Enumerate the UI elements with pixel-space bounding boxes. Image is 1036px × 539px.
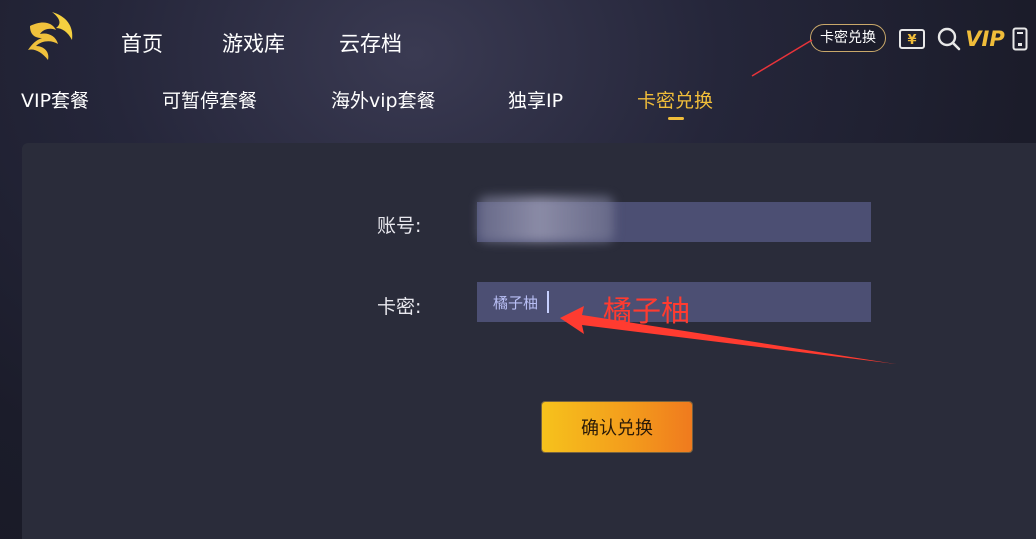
- confirm-redeem-button[interactable]: 确认兑换: [542, 402, 692, 452]
- top-bar: 首页 游戏库 云存档 卡密兑换 ¥ VIP: [0, 0, 1036, 80]
- redacted-account-blur: [478, 196, 614, 242]
- card-key-value: 橘子柚: [493, 294, 539, 312]
- nav-item-cloud-save[interactable]: 云存档: [339, 28, 402, 58]
- nav-item-home[interactable]: 首页: [121, 28, 163, 58]
- logo-icon[interactable]: [22, 8, 78, 62]
- nav-item-game-library[interactable]: 游戏库: [222, 28, 285, 58]
- vip-icon[interactable]: VIP: [965, 25, 1004, 53]
- subnav-dedicated-ip[interactable]: 独享IP: [508, 86, 563, 113]
- svg-text:¥: ¥: [907, 33, 916, 48]
- redeem-card-button[interactable]: 卡密兑换: [810, 24, 886, 52]
- active-tab-indicator: [668, 117, 684, 120]
- subnav-overseas-vip-package[interactable]: 海外vip套餐: [331, 86, 436, 113]
- account-label: 账号:: [377, 215, 422, 237]
- subnav-vip-package[interactable]: VIP套餐: [21, 86, 89, 113]
- subnav-card-redeem[interactable]: 卡密兑换: [637, 86, 713, 113]
- card-key-label: 卡密:: [377, 296, 422, 318]
- annotation-text: 橘子柚: [603, 294, 691, 328]
- phone-icon[interactable]: [1010, 25, 1030, 53]
- subnav-pausable-package[interactable]: 可暂停套餐: [162, 86, 257, 113]
- yen-icon[interactable]: ¥: [898, 25, 926, 53]
- search-icon[interactable]: [936, 25, 962, 53]
- text-caret: [547, 291, 549, 313]
